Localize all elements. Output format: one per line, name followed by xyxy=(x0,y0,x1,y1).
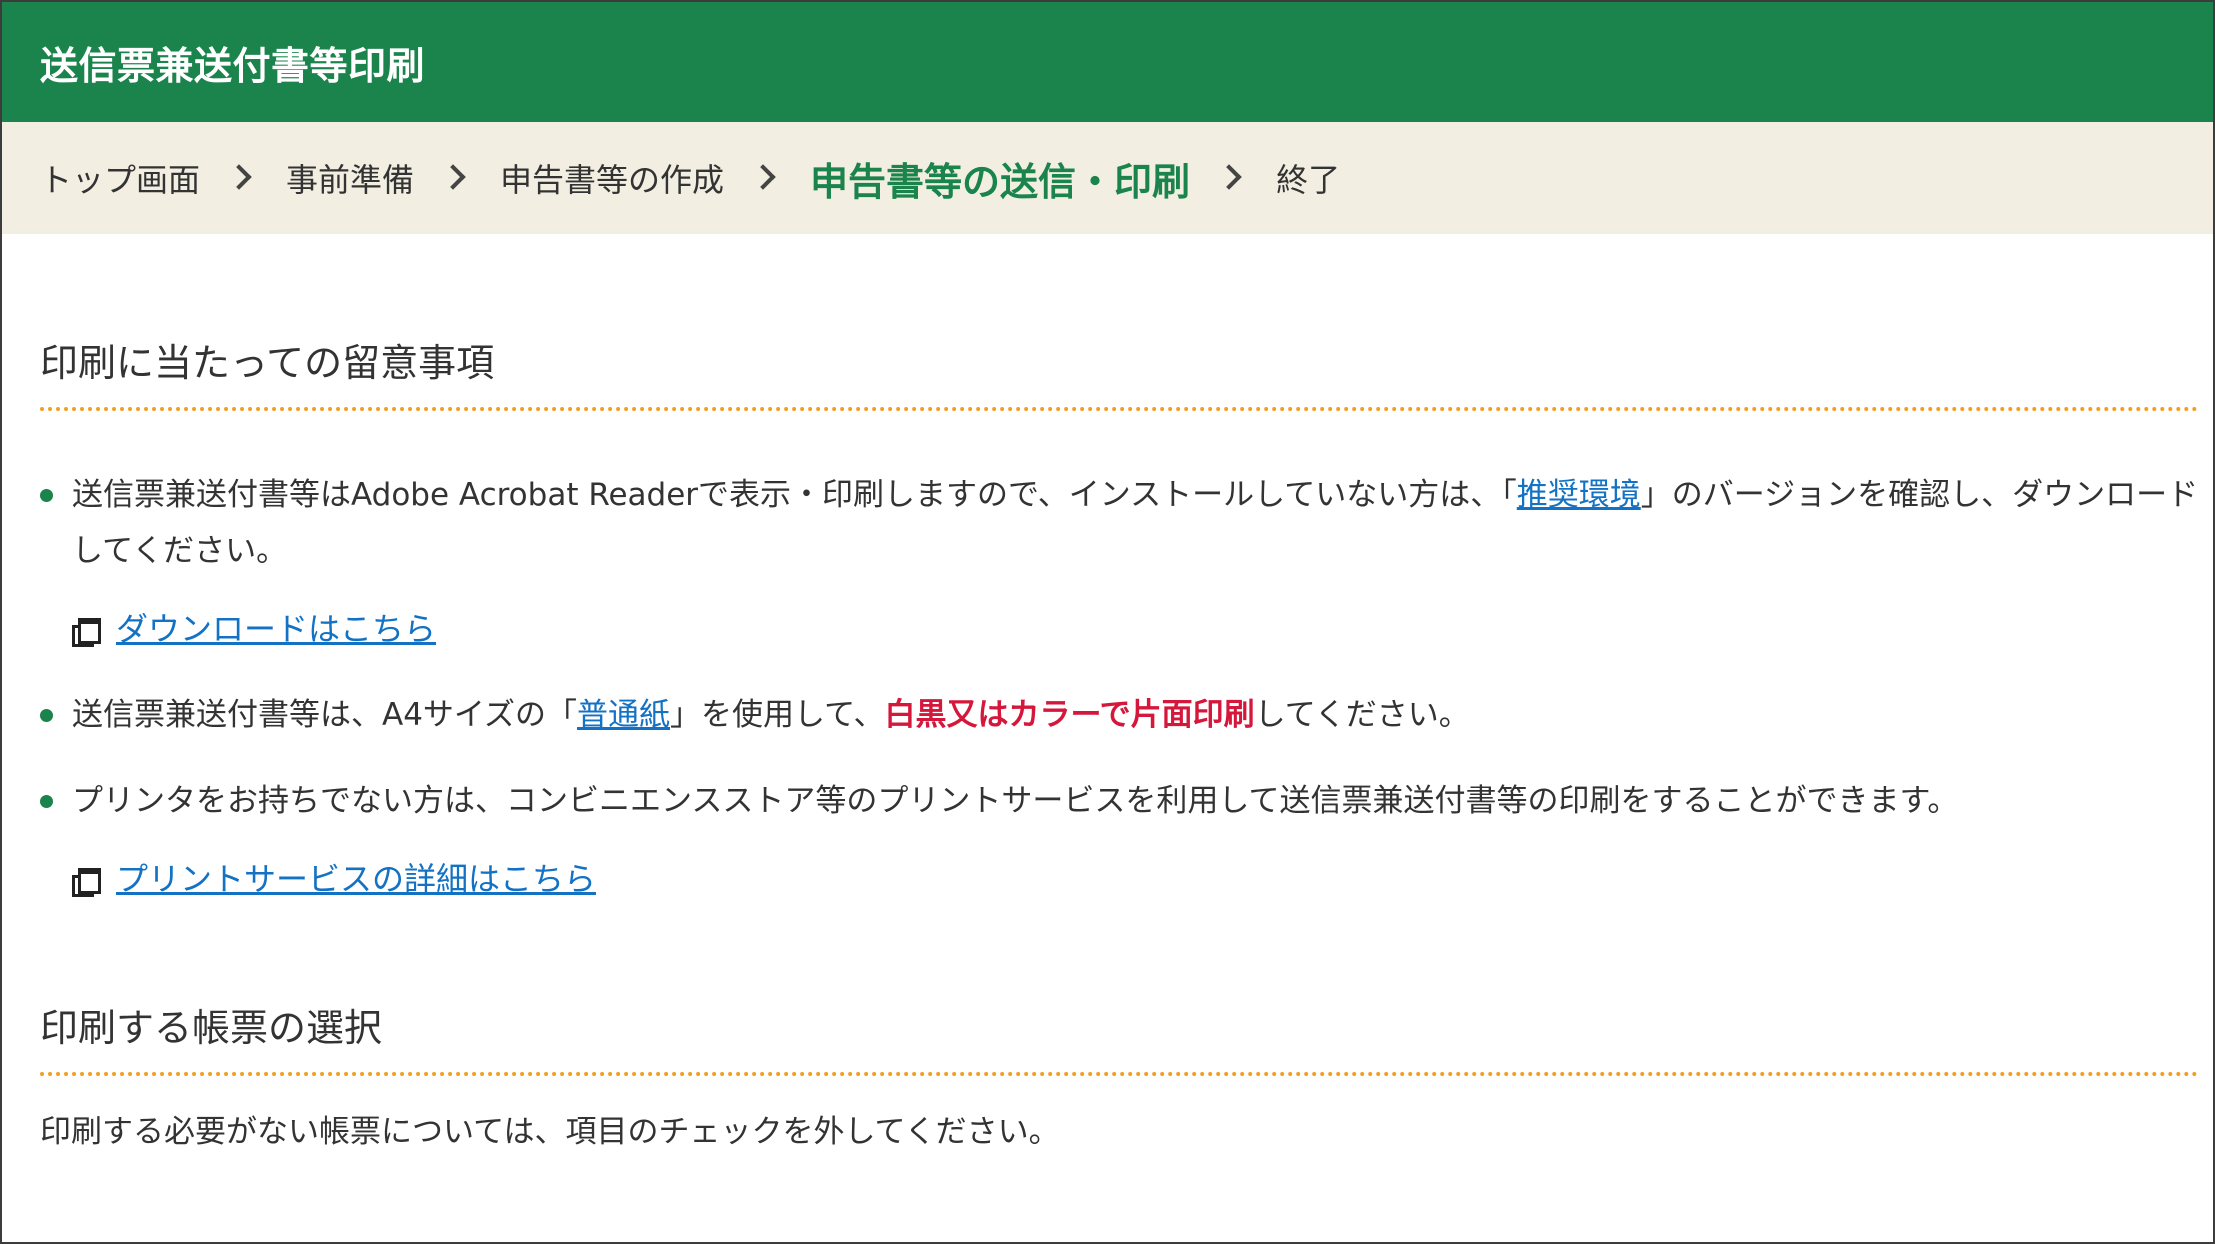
recommended-environment-link[interactable]: 推奨環境 xyxy=(1517,477,1641,513)
notice-text: 送信票兼送付書等はAdobe Acrobat Readerで表示・印刷しますので… xyxy=(72,477,1517,513)
breadcrumb-item-create-return: 申告書等の作成 xyxy=(500,161,725,199)
bullet-icon xyxy=(40,795,53,808)
notice-text: 」を使用して、 xyxy=(670,697,885,733)
print-mode-emphasis: 白黒又はカラーで片面印刷 xyxy=(884,697,1255,733)
breadcrumb-item-preparation: 事前準備 xyxy=(286,161,415,199)
chevron-right-icon xyxy=(750,164,776,190)
new-window-icon xyxy=(72,618,101,647)
bullet-icon xyxy=(40,489,53,502)
notice-item-acrobat: 送信票兼送付書等はAdobe Acrobat Readerで表示・印刷しますので… xyxy=(40,467,2199,657)
chevron-right-icon xyxy=(226,164,252,190)
breadcrumb-item-finish: 終了 xyxy=(1276,161,1341,199)
app-frame: 送信票兼送付書等印刷 トップ画面 事前準備 申告書等の作成 申告書等の送信・印刷… xyxy=(0,0,2215,1244)
print-selection-heading: 印刷する帳票の選択 xyxy=(40,997,2199,1076)
download-link-row: ダウンロードはこちら xyxy=(72,601,2199,657)
notices-heading: 印刷に当たっての留意事項 xyxy=(40,332,2199,411)
breadcrumb: トップ画面 事前準備 申告書等の作成 申告書等の送信・印刷 終了 xyxy=(2,122,2213,234)
print-service-details-link[interactable]: プリントサービスの詳細はこちら xyxy=(116,851,596,907)
new-window-icon xyxy=(72,868,101,897)
breadcrumb-item-send-print-current: 申告書等の送信・印刷 xyxy=(810,159,1191,204)
notices-list: 送信票兼送付書等はAdobe Acrobat Readerで表示・印刷しますので… xyxy=(40,467,2199,907)
plain-paper-link[interactable]: 普通紙 xyxy=(577,697,670,733)
notice-text: プリンタをお持ちでない方は、コンビニエンスストア等のプリントサービスを利用して送… xyxy=(72,783,1959,819)
main-content: 印刷に当たっての留意事項 送信票兼送付書等はAdobe Acrobat Read… xyxy=(2,332,2213,1154)
print-service-link-row: プリントサービスの詳細はこちら xyxy=(72,851,2199,907)
breadcrumb-item-top: トップ画面 xyxy=(40,161,201,199)
notice-text: 送信票兼送付書等は、A4サイズの「 xyxy=(72,697,577,733)
bullet-icon xyxy=(40,709,53,722)
download-link[interactable]: ダウンロードはこちら xyxy=(116,601,436,657)
notice-text: してください。 xyxy=(1254,697,1470,733)
page-title: 送信票兼送付書等印刷 xyxy=(40,43,426,88)
print-selection-description: 印刷する必要がない帳票については、項目のチェックを外してください。 xyxy=(40,1114,1060,1150)
notice-item-print-service: プリンタをお持ちでない方は、コンビニエンスストア等のプリントサービスを利用して送… xyxy=(40,773,2199,907)
notice-item-paper: 送信票兼送付書等は、A4サイズの「普通紙」を使用して、白黒又はカラーで片面印刷し… xyxy=(40,687,2199,743)
header-bar: 送信票兼送付書等印刷 xyxy=(2,2,2213,122)
chevron-right-icon xyxy=(440,164,466,190)
chevron-right-icon xyxy=(1216,164,1242,190)
